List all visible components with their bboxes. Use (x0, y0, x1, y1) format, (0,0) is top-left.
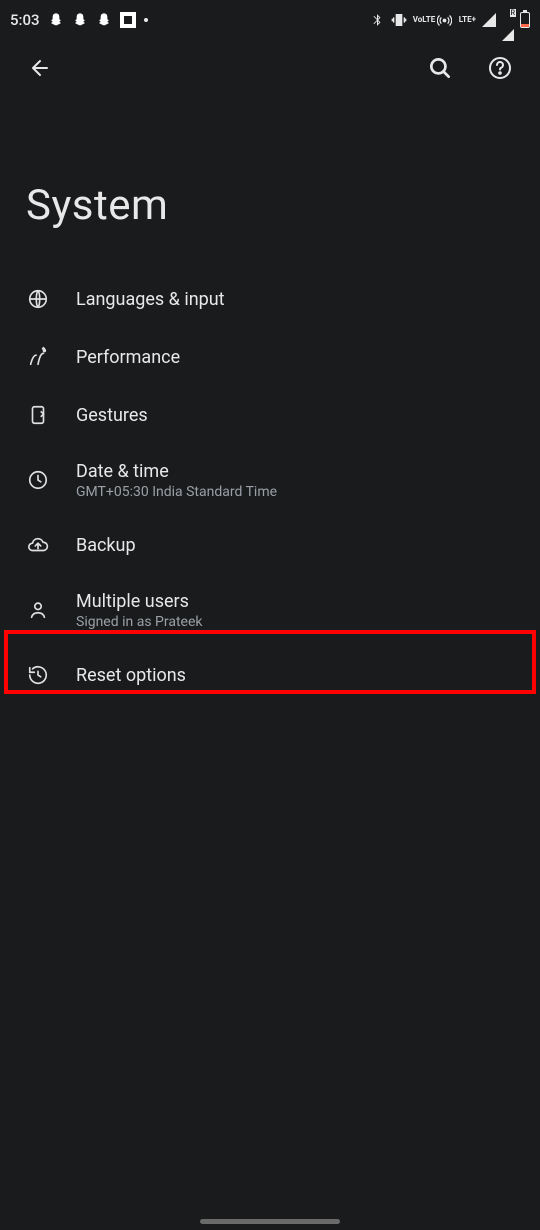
bluetooth-icon (369, 12, 385, 28)
cloud-upload-icon (26, 533, 50, 557)
item-label: Performance (76, 347, 180, 368)
nav-pill-icon (200, 1219, 340, 1224)
status-time: 5:03 (10, 11, 40, 29)
snapchat-icon (48, 12, 64, 28)
search-icon (427, 55, 453, 81)
battery-icon (520, 12, 530, 28)
page-title: System (0, 96, 540, 270)
item-label: Languages & input (76, 289, 225, 310)
toolbar (0, 40, 540, 96)
item-subtitle: Signed in as Prateek (76, 614, 202, 630)
snapchat-icon (72, 12, 88, 28)
gestures-icon (26, 403, 50, 427)
hotspot-icon (437, 12, 453, 28)
item-label: Reset options (76, 665, 186, 686)
reset-icon (26, 663, 50, 687)
item-languages-input[interactable]: Languages & input (0, 270, 540, 328)
app-icon (120, 12, 136, 28)
arrow-left-icon (28, 56, 52, 80)
settings-list: Languages & input Performance Gestures D… (0, 270, 540, 704)
volte-icon: VoLTE (413, 16, 431, 24)
item-reset-options[interactable]: Reset options (0, 646, 540, 704)
item-subtitle: GMT+05:30 India Standard Time (76, 484, 277, 500)
performance-icon (26, 345, 50, 369)
status-left: 5:03 (10, 11, 148, 29)
status-bar: 5:03 VoLTE LTE+ R (0, 0, 540, 40)
search-button[interactable] (420, 48, 460, 88)
help-icon (488, 56, 512, 80)
help-button[interactable] (480, 48, 520, 88)
signal-roaming-icon: R (502, 11, 514, 29)
clock-icon (26, 468, 50, 492)
item-label: Date & time (76, 461, 277, 482)
nav-bar[interactable] (0, 1219, 540, 1224)
item-backup[interactable]: Backup (0, 516, 540, 574)
notification-dot-icon (144, 18, 148, 22)
back-button[interactable] (20, 48, 60, 88)
vibrate-icon (391, 12, 407, 28)
snapchat-icon (96, 12, 112, 28)
item-label: Backup (76, 535, 136, 556)
globe-icon (26, 287, 50, 311)
person-icon (26, 598, 50, 622)
status-right: VoLTE LTE+ R (369, 11, 530, 29)
item-date-time[interactable]: Date & time GMT+05:30 India Standard Tim… (0, 444, 540, 516)
item-performance[interactable]: Performance (0, 328, 540, 386)
item-label: Gestures (76, 405, 148, 426)
item-label: Multiple users (76, 591, 202, 612)
lte-icon: LTE+ (459, 16, 476, 24)
signal-icon (482, 13, 496, 27)
item-gestures[interactable]: Gestures (0, 386, 540, 444)
item-multiple-users[interactable]: Multiple users Signed in as Prateek (0, 574, 540, 646)
